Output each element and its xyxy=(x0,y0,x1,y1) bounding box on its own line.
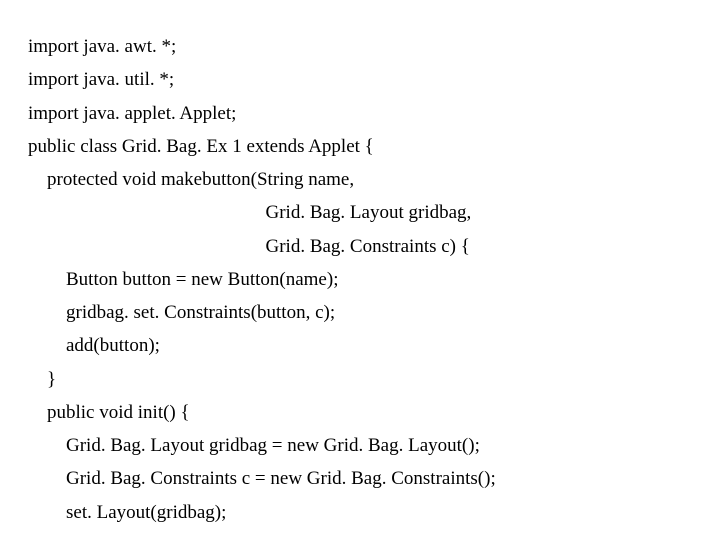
code-line: } xyxy=(28,363,690,396)
code-block: import java. awt. *; import java. util. … xyxy=(28,30,690,529)
code-line: add(button); xyxy=(28,329,690,362)
code-line: public void init() { xyxy=(28,396,690,429)
code-line: import java. awt. *; xyxy=(28,30,690,63)
code-line: import java. util. *; xyxy=(28,63,690,96)
code-line: public class Grid. Bag. Ex 1 extends App… xyxy=(28,130,690,163)
code-line: protected void makebutton(String name, xyxy=(28,163,690,196)
code-line: Button button = new Button(name); xyxy=(28,263,690,296)
code-line: Grid. Bag. Constraints c) { xyxy=(28,230,690,263)
code-line: Grid. Bag. Layout gridbag = new Grid. Ba… xyxy=(28,429,690,462)
code-line: gridbag. set. Constraints(button, c); xyxy=(28,296,690,329)
code-line: set. Layout(gridbag); xyxy=(28,496,690,529)
code-line: Grid. Bag. Layout gridbag, xyxy=(28,196,690,229)
code-line: import java. applet. Applet; xyxy=(28,97,690,130)
code-line: Grid. Bag. Constraints c = new Grid. Bag… xyxy=(28,462,690,495)
